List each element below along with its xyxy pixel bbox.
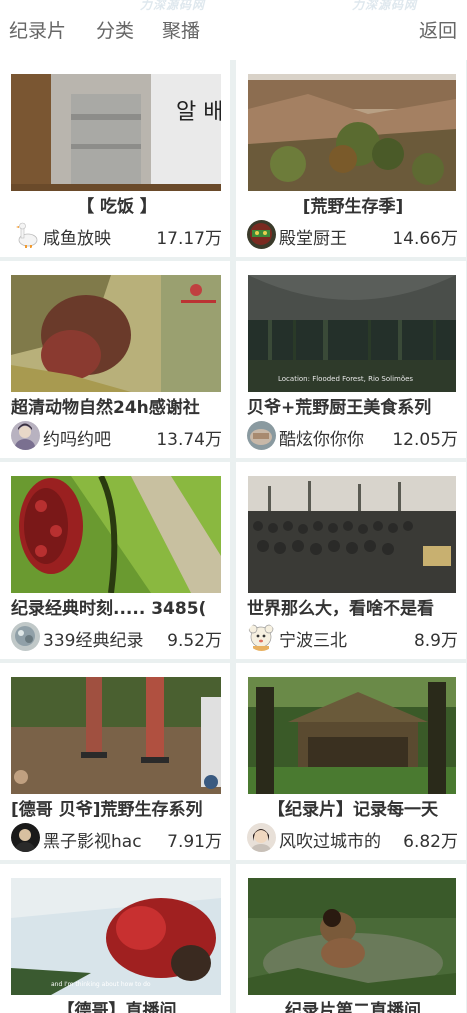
video-title[interactable]: 世界那么大，看啥不是看 (247, 598, 459, 620)
author-name[interactable]: 黑子影视hac (43, 827, 155, 852)
cartoon-avatar-icon (247, 622, 276, 651)
author-name[interactable]: 咸鱼放映 (43, 224, 155, 249)
view-count: 12.05万 (392, 430, 458, 450)
video-title[interactable]: 纪录经典时刻..... 3485( (11, 598, 223, 620)
view-count: 17.17万 (156, 229, 222, 249)
nav-documentary[interactable]: 纪录片 (9, 16, 66, 43)
user-avatar-icon (247, 421, 276, 450)
video-thumbnail[interactable] (248, 476, 456, 593)
video-meta: 风吹过城市的 6.82万 (247, 823, 459, 853)
video-title[interactable]: 【纪录片】记录每一天 (247, 799, 459, 821)
video-meta: 咸鱼放映 17.17万 (11, 220, 223, 250)
thumbnail-image (248, 476, 456, 593)
video-caption: Location: Flooded Forest, Rio Solimões (278, 375, 413, 383)
view-count: 6.82万 (403, 832, 458, 852)
author-name[interactable]: 酷炫你你你 (279, 425, 391, 450)
avatar[interactable] (11, 823, 40, 852)
avatar[interactable] (11, 220, 40, 249)
user-avatar-icon (11, 421, 40, 450)
view-count: 14.66万 (392, 229, 458, 249)
author-name[interactable]: 宁波三北 (279, 626, 391, 651)
svg-text:알 배: 알 배 (176, 100, 221, 125)
thumbnail-image (248, 677, 456, 794)
thumbnail-image (11, 476, 221, 593)
video-card[interactable]: 世界那么大，看啥不是看 宁波三北 8.9万 (236, 462, 466, 659)
video-card[interactable]: 纪录经典时刻..... 3485( 339经典纪录 9.52万 (0, 462, 230, 659)
thumbnail-image (11, 677, 221, 794)
user-avatar-icon (11, 622, 40, 651)
user-avatar-icon (11, 823, 40, 852)
video-meta: 黑子影视hac 7.91万 (11, 823, 223, 853)
video-grid: 알 배 【 吃饭 】 咸鱼放映 17.17万 [荒野生存季] 殿堂厨王 14.6… (0, 60, 467, 1013)
avatar[interactable] (247, 622, 276, 651)
thumbnail-image (248, 878, 456, 995)
video-meta: 约吗约吧 13.74万 (11, 421, 223, 451)
video-title[interactable]: [德哥 贝爷]荒野生存系列 (11, 799, 223, 821)
thumbnail-image: 알 배 (11, 74, 221, 191)
avatar[interactable] (247, 823, 276, 852)
video-title[interactable]: 贝爷+荒野厨王美食系列 (247, 397, 459, 419)
nav-category[interactable]: 分类 (96, 16, 134, 43)
video-caption: and I'm thinking about how to do (51, 981, 151, 988)
watermark: 力深源码网 (352, 0, 418, 12)
nav-live[interactable]: 聚播 (162, 16, 200, 43)
video-title[interactable]: 【德哥】直播间 (11, 1000, 223, 1013)
video-card[interactable]: 纪录片第二直播间 (236, 864, 466, 1013)
video-thumbnail[interactable]: Location: Flooded Forest, Rio Solimões (248, 275, 456, 392)
avatar[interactable] (11, 421, 40, 450)
video-card[interactable]: [德哥 贝爷]荒野生存系列 黑子影视hac 7.91万 (0, 663, 230, 860)
author-name[interactable]: 约吗约吧 (43, 425, 155, 450)
thumbnail-image: and I'm thinking about how to do (11, 878, 221, 995)
view-count: 9.52万 (167, 631, 222, 651)
video-meta: 殿堂厨王 14.66万 (247, 220, 459, 250)
watermark: 力深源码网 (140, 0, 206, 12)
avatar[interactable] (247, 421, 276, 450)
thumbnail-image: Location: Flooded Forest, Rio Solimões (248, 275, 456, 392)
author-name[interactable]: 风吹过城市的 (279, 827, 391, 852)
video-thumbnail[interactable] (248, 677, 456, 794)
author-name[interactable]: 339经典纪录 (43, 626, 155, 651)
avatar[interactable] (11, 622, 40, 651)
thumbnail-image (11, 275, 221, 392)
video-thumbnail[interactable] (248, 74, 456, 191)
video-thumbnail[interactable] (11, 476, 221, 593)
video-title[interactable]: 纪录片第二直播间 (247, 1000, 459, 1013)
video-card[interactable]: [荒野生存季] 殿堂厨王 14.66万 (236, 60, 466, 257)
video-meta: 宁波三北 8.9万 (247, 622, 459, 652)
view-count: 13.74万 (156, 430, 222, 450)
video-card[interactable]: Location: Flooded Forest, Rio Solimões 贝… (236, 261, 466, 458)
video-card[interactable]: and I'm thinking about how to do 【德哥】直播间 (0, 864, 230, 1013)
author-name[interactable]: 殿堂厨王 (279, 224, 391, 249)
thumbnail-image (248, 74, 456, 191)
video-thumbnail[interactable] (248, 878, 456, 995)
user-avatar-icon (247, 823, 276, 852)
goose-avatar-icon (11, 220, 40, 249)
video-thumbnail[interactable]: 알 배 (11, 74, 221, 191)
view-count: 7.91万 (167, 832, 222, 852)
video-card[interactable]: 알 배 【 吃饭 】 咸鱼放映 17.17万 (0, 60, 230, 257)
video-thumbnail[interactable]: and I'm thinking about how to do (11, 878, 221, 995)
video-title[interactable]: 【 吃饭 】 (11, 196, 223, 218)
video-thumbnail[interactable] (11, 275, 221, 392)
video-title[interactable]: 超清动物自然24h感谢社 (11, 397, 223, 419)
avatar[interactable] (247, 220, 276, 249)
video-meta: 酷炫你你你 12.05万 (247, 421, 459, 451)
back-button[interactable]: 返回 (419, 16, 457, 43)
video-card[interactable]: 【纪录片】记录每一天 风吹过城市的 6.82万 (236, 663, 466, 860)
view-count: 8.9万 (413, 631, 458, 651)
video-card[interactable]: 超清动物自然24h感谢社 约吗约吧 13.74万 (0, 261, 230, 458)
video-thumbnail[interactable] (11, 677, 221, 794)
chef-avatar-icon (247, 220, 276, 249)
top-nav-bar: 力深源码网 力深源码网 纪录片 分类 聚播 返回 (0, 0, 467, 58)
video-title[interactable]: [荒野生存季] (247, 196, 459, 218)
video-meta: 339经典纪录 9.52万 (11, 622, 223, 652)
